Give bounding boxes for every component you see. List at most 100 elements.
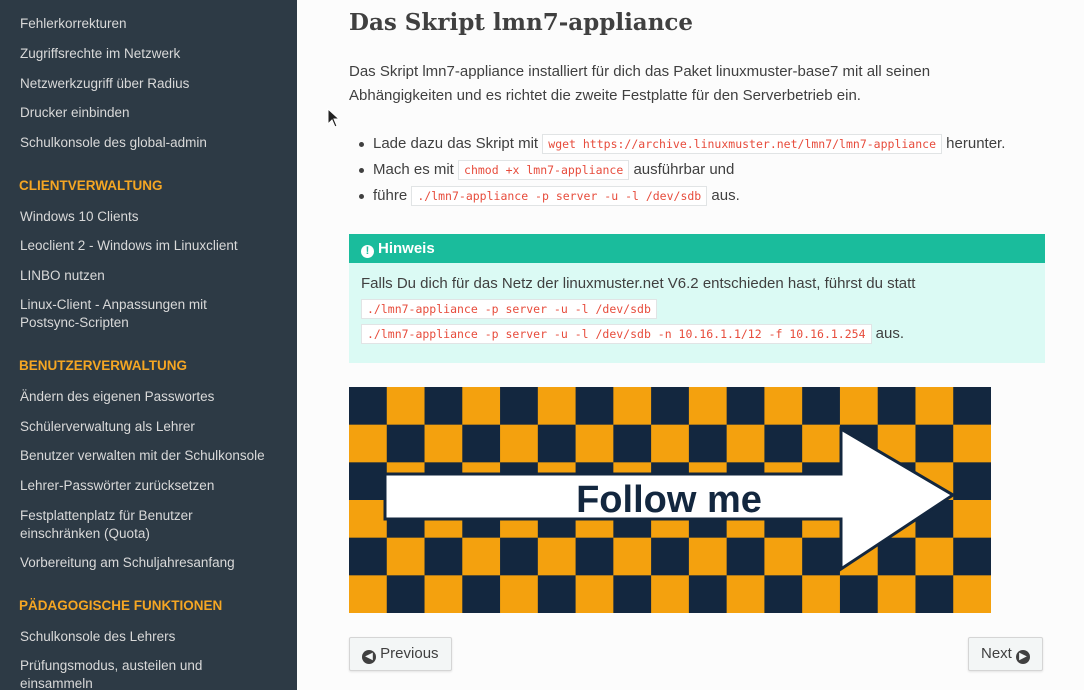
checker-tile (726, 424, 765, 463)
intro-paragraph: Das Skript lmn7-appliance installiert fü… (349, 63, 931, 104)
checker-tile (726, 387, 765, 426)
checker-tile (651, 537, 690, 576)
checker-tile (537, 575, 577, 613)
step-text: Mach es mit (373, 161, 459, 178)
checker-tile (500, 424, 539, 463)
list-item: Mach es mit chmod +x lmn7-appliance ausf… (357, 158, 1005, 184)
checker-tile (349, 424, 388, 463)
code-snippet: ./lmn7-appliance -p server -u -l /dev/sd… (411, 186, 708, 206)
sidebar-item-drucker[interactable]: Drucker einbinden (0, 104, 150, 122)
sidebar-caption-benutzerverwaltung: BENUTZERVERWALTUNG (19, 358, 188, 373)
code-snippet: ./lmn7-appliance -p server -u -l /dev/sd… (361, 299, 657, 319)
checker-tile (424, 537, 463, 576)
page-title: Das Skript lmn7-appliance (349, 9, 694, 36)
checker-tile (915, 424, 954, 463)
checker-tile (349, 537, 388, 576)
checker-tile (613, 424, 652, 463)
checker-tile (462, 424, 501, 463)
checker-tile (953, 424, 991, 463)
checker-tile (462, 537, 501, 576)
step-text: herunter. (942, 135, 1006, 152)
sidebar-item-linux-client[interactable]: Linux-Client - Anpassungen mit Postsync-… (0, 296, 260, 332)
checker-tile (349, 462, 388, 501)
checker-tile (575, 387, 614, 426)
checker-tile (764, 387, 803, 426)
mouse-cursor-icon (327, 108, 341, 128)
step-text: führe (373, 187, 412, 204)
admonition-post-text: aus. (871, 325, 905, 342)
checker-tile (953, 500, 991, 539)
checker-tile (764, 424, 803, 463)
checker-tile (537, 537, 577, 576)
checker-tile (613, 575, 652, 613)
sidebar-item-fehlerkorrekturen[interactable]: Fehlerkorrekturen (0, 15, 147, 33)
sidebar-item-benutzer-verwalten[interactable]: Benutzer verwalten mit der Schulkonsole (0, 447, 285, 465)
sidebar-item-schulkonsole-lehrer[interactable]: Schulkonsole des Lehrers (0, 628, 195, 646)
step-text: Lade dazu das Skript mit (373, 135, 543, 152)
checker-tile (386, 424, 426, 463)
checker-tile (953, 575, 991, 613)
previous-label: Previous (380, 645, 439, 662)
sidebar-item-pruefungsmodus[interactable]: Prüfungsmodus, austeilen und einsammeln (0, 657, 230, 690)
checker-tile (915, 537, 954, 576)
hinweis-admonition: ! Hinweis Falls Du dich für das Netz der … (349, 234, 1045, 363)
previous-button[interactable]: ◀ Previous (349, 637, 452, 671)
admonition-title-text: Hinweis (378, 240, 435, 257)
exclamation-icon: ! (361, 245, 374, 258)
sidebar-caption-clientverwaltung: CLIENTVERWALTUNG (19, 178, 163, 193)
sidebar-item-schuljahresanfang[interactable]: Vorbereitung am Schuljahresanfang (0, 554, 255, 572)
sidebar-caption-paedagogische: PÄDAGOGISCHE FUNKTIONEN (19, 598, 223, 613)
checker-tile (462, 575, 501, 613)
checker-tile (349, 387, 388, 426)
checker-tile (877, 537, 916, 576)
list-item: Lade dazu das Skript mit wget https://ar… (357, 132, 1005, 158)
checker-tile (462, 387, 501, 426)
sidebar-item-passwort[interactable]: Ändern des eigenen Passwortes (0, 388, 234, 406)
sidebar-item-lehrer-passwoerter[interactable]: Lehrer-Passwörter zurücksetzen (0, 477, 234, 495)
list-item: führe ./lmn7-appliance -p server -u -l /… (357, 184, 1005, 210)
sidebar-item-schulkonsole-global[interactable]: Schulkonsole des global-admin (0, 134, 227, 152)
sidebar-item-zugriffsrechte[interactable]: Zugriffsrechte im Netzwerk (0, 45, 200, 63)
admonition-title: ! Hinweis (349, 234, 1045, 263)
checker-tile (802, 387, 841, 426)
sidebar-item-radius[interactable]: Netzwerkzugriff über Radius (0, 75, 209, 93)
sidebar-nav: Fehlerkorrekturen Zugriffsrechte im Netz… (0, 0, 297, 690)
checker-tile (688, 537, 728, 576)
checker-tile (651, 424, 690, 463)
checker-tile (386, 537, 426, 576)
checker-tile (953, 387, 991, 426)
checker-tile (575, 537, 614, 576)
sidebar-item-linbo[interactable]: LINBO nutzen (0, 267, 125, 285)
checker-tile (613, 537, 652, 576)
checker-tile (953, 537, 991, 576)
code-snippet: chmod +x lmn7-appliance (458, 160, 630, 180)
checker-tile (575, 424, 614, 463)
checker-tile (386, 575, 426, 613)
step-text: aus. (707, 187, 740, 204)
checker-tile (651, 575, 690, 613)
checker-tile (953, 462, 991, 501)
next-button[interactable]: Next ▶ (968, 637, 1044, 671)
admonition-code-line-1: ./lmn7-appliance -p server -u -l /dev/sd… (361, 296, 1033, 321)
checker-tile (500, 575, 539, 613)
checker-tile (651, 387, 690, 426)
arrow-left-circle-icon: ◀ (362, 650, 376, 664)
checker-tile (877, 387, 916, 426)
checker-tile (915, 387, 954, 426)
checker-tile (613, 387, 652, 426)
checker-tile (688, 424, 728, 463)
sidebar-item-quota[interactable]: Festplattenplatz für Benutzer einschränk… (0, 507, 240, 543)
checker-tile (537, 424, 577, 463)
checker-tile (764, 575, 803, 613)
sidebar-item-schuelerverwaltung[interactable]: Schülerverwaltung als Lehrer (0, 418, 215, 436)
sidebar-item-windows10[interactable]: Windows 10 Clients (0, 208, 159, 226)
admonition-text: Falls Du dich für das Netz der linuxmust… (361, 275, 916, 292)
steps-list: Lade dazu das Skript mit wget https://ar… (357, 132, 1005, 210)
checker-tile (537, 387, 577, 426)
checker-tile (726, 537, 765, 576)
checker-tile (839, 575, 879, 613)
checker-tile (386, 387, 426, 426)
sidebar-item-leoclient[interactable]: Leoclient 2 - Windows im Linuxclient (0, 237, 258, 255)
step-text: ausführbar und (629, 161, 735, 178)
checker-tile (764, 537, 803, 576)
